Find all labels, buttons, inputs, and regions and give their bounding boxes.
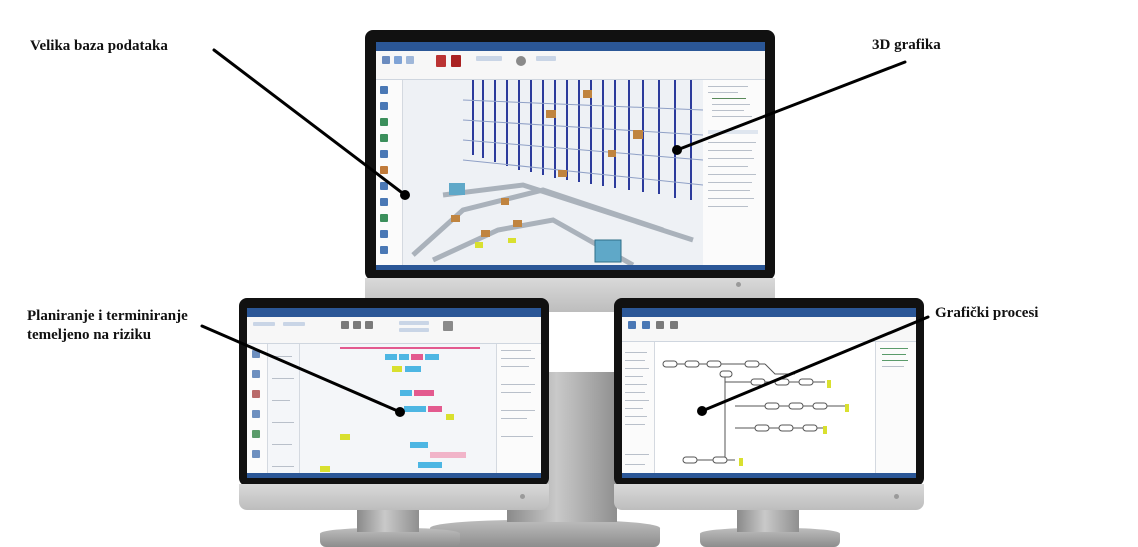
callout-line-3d-graphics (675, 60, 907, 152)
callout-line-process-graphics (700, 315, 930, 413)
callout-dot-risk-planning (395, 407, 405, 417)
callout-lines (200, 48, 930, 417)
callout-dot-process-graphics (697, 406, 707, 416)
callout-dot-database (400, 190, 410, 200)
callout-line-database (212, 48, 407, 197)
callout-line-risk-planning (200, 324, 402, 414)
callout-dot-3d-graphics (672, 145, 682, 155)
